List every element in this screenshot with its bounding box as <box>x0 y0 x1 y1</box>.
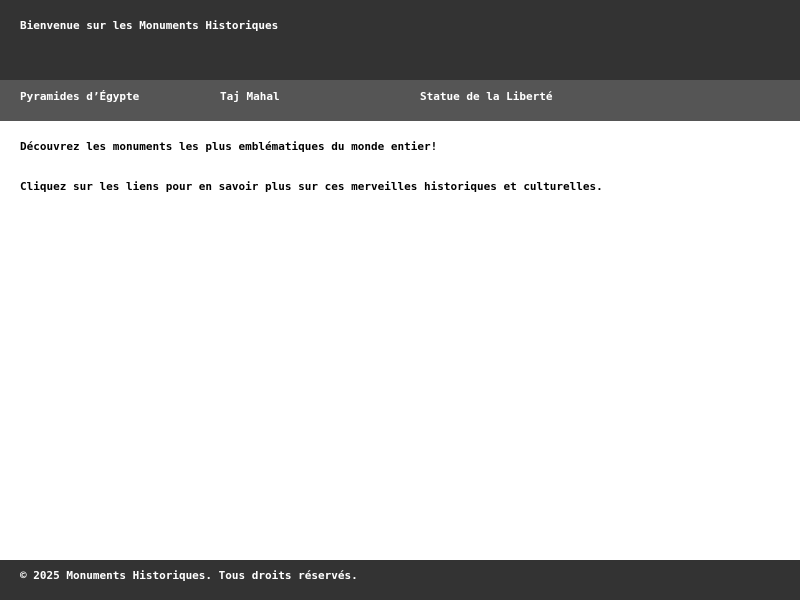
nav-link-statue-liberte[interactable]: Statue de la Liberté <box>420 90 552 103</box>
main-content: Découvrez les monuments les plus embléma… <box>0 121 800 560</box>
nav-link-pyramides[interactable]: Pyramides d’Égypte <box>20 90 139 103</box>
site-footer: © 2025 Monuments Historiques. Tous droit… <box>0 560 800 600</box>
nav-link-taj-mahal[interactable]: Taj Mahal <box>220 90 280 103</box>
site-header: Bienvenue sur les Monuments Historiques <box>0 0 800 80</box>
copyright-text: © 2025 Monuments Historiques. Tous droit… <box>20 569 358 582</box>
site-title: Bienvenue sur les Monuments Historiques <box>20 19 279 32</box>
intro-paragraph: Découvrez les monuments les plus embléma… <box>20 140 438 153</box>
instructions-paragraph: Cliquez sur les liens pour en savoir plu… <box>20 180 603 193</box>
main-nav: Pyramides d’Égypte Taj Mahal Statue de l… <box>0 80 800 121</box>
page: Bienvenue sur les Monuments Historiques … <box>0 0 800 600</box>
